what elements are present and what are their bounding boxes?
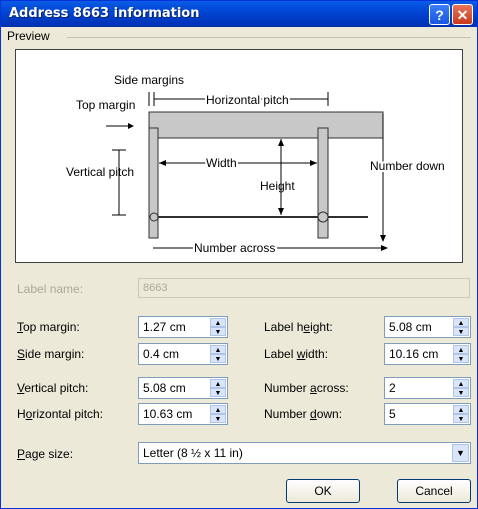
number-down-input[interactable]: 5 — [389, 407, 396, 421]
side-margins-label: Side margins — [114, 73, 184, 87]
side-margin-field-label: Side margin: — [17, 347, 85, 361]
spin-up-icon[interactable]: ▲ — [453, 379, 469, 388]
spin-up-icon[interactable]: ▲ — [210, 379, 226, 388]
number-across-spinner[interactable]: 2 ▲ ▼ — [384, 377, 471, 399]
spin-up-icon[interactable]: ▲ — [210, 318, 226, 327]
number-across-field-label: Number across: — [264, 381, 349, 395]
spin-down-icon[interactable]: ▼ — [453, 354, 469, 363]
top-margin-field-label: Top margin: — [17, 320, 80, 334]
help-button[interactable]: ? — [429, 4, 450, 25]
vertical-pitch-field-label: Vertical pitch: — [17, 381, 89, 395]
top-margin-label: Top margin — [76, 98, 135, 112]
spin-up-icon[interactable]: ▲ — [453, 405, 469, 414]
spin-up-icon[interactable]: ▲ — [453, 345, 469, 354]
spin-up-icon[interactable]: ▲ — [210, 405, 226, 414]
label-width-input[interactable]: 10.16 cm — [389, 347, 438, 361]
label-height-input[interactable]: 5.08 cm — [389, 320, 432, 334]
spin-down-icon[interactable]: ▼ — [210, 354, 226, 363]
number-down-field-label: Number down: — [264, 407, 343, 421]
horizontal-pitch-label: Horizontal pitch — [206, 93, 289, 107]
vertical-pitch-label: Vertical pitch — [66, 165, 134, 179]
vertical-pitch-input[interactable]: 5.08 cm — [143, 381, 186, 395]
label-left-edge — [148, 127, 159, 239]
vertical-pitch-spinner[interactable]: 5.08 cm ▲ ▼ — [138, 377, 228, 399]
number-across-label: Number across — [194, 241, 275, 255]
page-size-value: Letter (8 ½ x 11 in) — [143, 446, 243, 460]
label-name-field: 8663 — [138, 278, 470, 298]
page-size-field-label: Page size: — [17, 447, 74, 461]
number-across-input[interactable]: 2 — [389, 381, 396, 395]
spin-down-icon[interactable]: ▼ — [210, 414, 226, 423]
number-down-spinner[interactable]: 5 ▲ ▼ — [384, 403, 471, 425]
dialog-window: Address 8663 information ? ✕ Preview Sid… — [0, 0, 478, 509]
cancel-button[interactable]: Cancel — [397, 479, 471, 503]
horizontal-pitch-field-label: Horizontal pitch: — [17, 407, 104, 421]
label-height-field-label: Label height: — [264, 320, 333, 334]
spin-down-icon[interactable]: ▼ — [210, 327, 226, 336]
chevron-down-icon[interactable]: ▼ — [452, 444, 469, 462]
top-margin-input[interactable]: 1.27 cm — [143, 320, 186, 334]
group-divider — [67, 37, 471, 38]
preview-group-label: Preview — [7, 29, 50, 43]
top-margin-spinner[interactable]: 1.27 cm ▲ ▼ — [138, 316, 228, 338]
number-down-label: Number down — [370, 159, 445, 173]
spin-down-icon[interactable]: ▼ — [453, 414, 469, 423]
horizontal-pitch-input[interactable]: 10.63 cm — [143, 407, 192, 421]
spin-up-icon[interactable]: ▲ — [453, 318, 469, 327]
label-diagram: Side margins Top margin Vertical pitch H… — [66, 73, 447, 257]
label-height-spinner[interactable]: 5.08 cm ▲ ▼ — [384, 316, 471, 338]
label-width-spinner[interactable]: 10.16 cm ▲ ▼ — [384, 343, 471, 365]
dialog-title: Address 8663 information — [9, 6, 200, 21]
label-corner — [317, 211, 329, 223]
label-width-field-label: Label width: — [264, 347, 329, 361]
horizontal-pitch-spinner[interactable]: 10.63 cm ▲ ▼ — [138, 403, 228, 425]
spin-down-icon[interactable]: ▼ — [210, 388, 226, 397]
page-size-select[interactable]: Letter (8 ½ x 11 in) ▼ — [138, 442, 471, 464]
spin-down-icon[interactable]: ▼ — [453, 388, 469, 397]
title-bar[interactable]: Address 8663 information ? ✕ — [1, 1, 477, 27]
close-button[interactable]: ✕ — [452, 4, 473, 25]
preview-panel: Side margins Top margin Vertical pitch H… — [15, 49, 463, 263]
width-label: Width — [206, 156, 237, 170]
sheet-top-strip — [148, 111, 384, 139]
ok-button[interactable]: OK — [286, 479, 360, 503]
label-corner — [149, 212, 159, 222]
spin-down-icon[interactable]: ▼ — [453, 327, 469, 336]
label-name-label: Label name: — [17, 282, 84, 296]
spin-up-icon[interactable]: ▲ — [210, 345, 226, 354]
side-margin-input[interactable]: 0.4 cm — [143, 347, 179, 361]
height-label: Height — [260, 179, 295, 193]
side-margin-spinner[interactable]: 0.4 cm ▲ ▼ — [138, 343, 228, 365]
